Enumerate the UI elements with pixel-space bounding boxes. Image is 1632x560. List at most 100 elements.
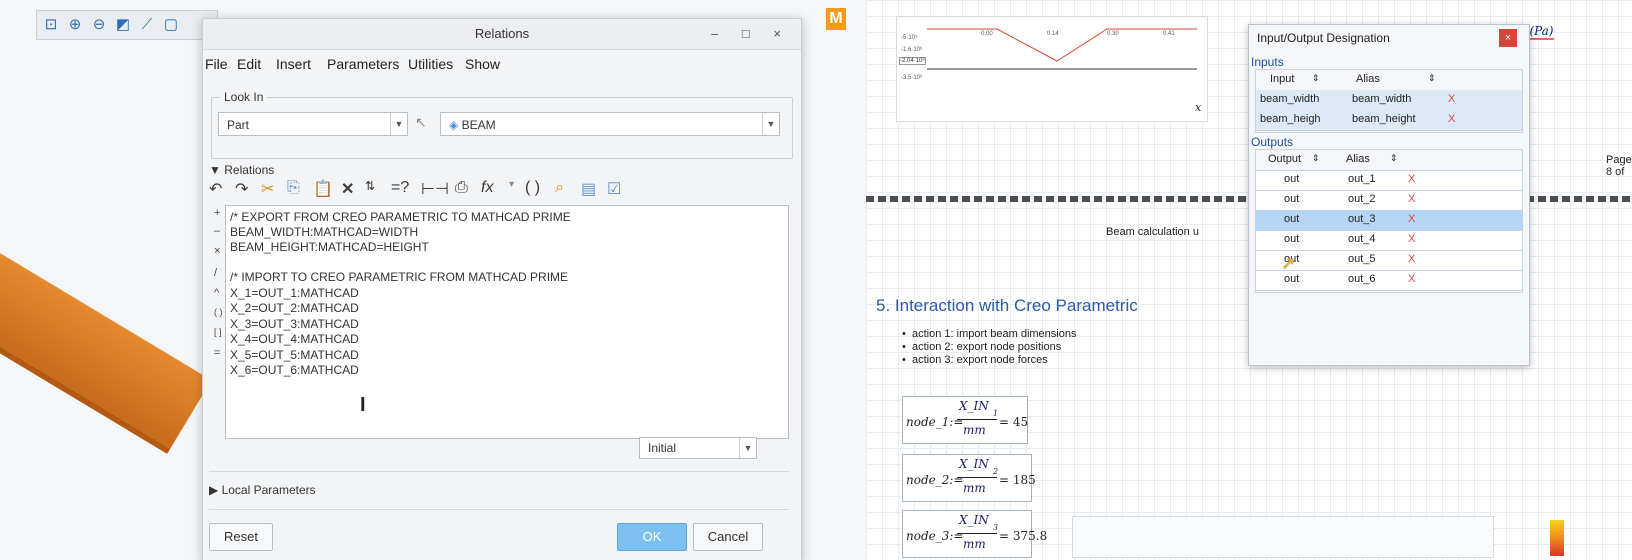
orient-icon[interactable]: ⟋ (137, 15, 157, 35)
paste-icon[interactable]: 📋 (313, 179, 333, 199)
multiply-operator[interactable]: × (214, 245, 220, 257)
input-alias[interactable]: beam_width (1352, 93, 1411, 105)
input-row[interactable]: beam_heigh beam_height X (1256, 110, 1522, 131)
cut-icon[interactable]: ✂ (261, 179, 274, 199)
remove-icon[interactable]: X (1408, 273, 1415, 285)
remove-icon[interactable]: X (1448, 113, 1455, 125)
evaluate-icon[interactable]: ⎙ (455, 179, 468, 197)
menu-show[interactable]: Show (465, 56, 500, 72)
equation-region[interactable]: node_1:= X_IN 1 mm = 45 (902, 396, 1028, 444)
chevron-down-icon[interactable]: ▾ (509, 179, 514, 190)
code-line: X_1=OUT_1:MATHCAD (230, 286, 359, 300)
menu-utilities[interactable]: Utilities (408, 56, 453, 72)
plus-operator[interactable]: + (214, 207, 220, 219)
bracket-operator[interactable]: [ ] (214, 327, 222, 337)
input-alias[interactable]: beam_height (1352, 113, 1416, 125)
equation-numerator: X_IN (959, 399, 989, 413)
output-row-selected[interactable]: out out_3 X (1256, 210, 1522, 231)
sort-icon[interactable]: ⇅ (365, 179, 375, 193)
output-row[interactable]: out out_2 X (1256, 190, 1522, 211)
divide-operator[interactable]: / (214, 267, 217, 279)
equation-result: = 375.8 (999, 529, 1048, 543)
inputs-header-row: Input ⇕ Alias ⇕ (1256, 70, 1522, 91)
menu-bar: File Edit Insert Parameters Utilities Sh… (203, 49, 801, 79)
zoom-in-icon[interactable]: ⊕ (65, 15, 85, 35)
dialog-titlebar[interactable]: Relations – □ × (203, 19, 801, 50)
look-in-type-select[interactable]: Part ▼ (218, 112, 408, 136)
outputs-label: Outputs (1251, 135, 1294, 149)
sort-icon[interactable]: ⇕ (1390, 153, 1398, 164)
column-header[interactable]: Alias (1346, 153, 1370, 165)
remove-icon[interactable]: X (1408, 193, 1415, 205)
inputs-table: Input ⇕ Alias ⇕ beam_width beam_width X … (1255, 69, 1523, 133)
results-thumbnail[interactable] (1072, 516, 1494, 558)
equation-result: = 185 (999, 473, 1036, 487)
zoom-out-icon[interactable]: ⊖ (89, 15, 109, 35)
output-alias[interactable]: out_4 (1348, 233, 1376, 245)
verify-icon[interactable]: =? (391, 179, 409, 197)
brackets-icon[interactable]: ( ) (525, 179, 540, 197)
refit-icon[interactable]: ◩ (113, 15, 133, 35)
input-row[interactable]: beam_width beam_width X (1256, 90, 1522, 111)
relations-section-toggle[interactable]: ▼ Relations (209, 163, 274, 177)
sort-icon[interactable]: ⇕ (1312, 153, 1320, 164)
relations-editor[interactable]: /* EXPORT FROM CREO PARAMETRIC TO MATHCA… (225, 205, 789, 439)
mouse-cursor-icon: ➚ (1281, 253, 1297, 273)
function-icon[interactable]: fx (481, 179, 493, 197)
equation-region[interactable]: node_2:= X_IN 2 mm = 185 (902, 454, 1036, 502)
copy-icon[interactable]: ⎘ (287, 179, 300, 197)
check-icon[interactable]: ☑ (607, 179, 621, 199)
ok-button[interactable]: OK (617, 523, 687, 551)
sort-relations-icon[interactable]: ▤ (581, 179, 596, 199)
sort-icon[interactable]: ⇕ (1312, 73, 1320, 84)
remove-icon[interactable]: X (1408, 253, 1415, 265)
minus-operator[interactable]: – (214, 225, 220, 237)
remove-icon[interactable]: X (1408, 173, 1415, 185)
window-controls[interactable]: – □ × (711, 26, 791, 41)
output-alias[interactable]: out_3 (1348, 213, 1376, 225)
remove-icon[interactable]: X (1408, 233, 1415, 245)
bullet-dot: • (902, 354, 906, 366)
menu-insert[interactable]: Insert (276, 56, 311, 72)
column-header[interactable]: Input (1270, 73, 1294, 85)
column-header[interactable]: Alias (1356, 73, 1380, 85)
undo-icon[interactable]: ↶ (209, 179, 222, 199)
bullet-dot: • (902, 328, 906, 340)
output-alias[interactable]: out_5 (1348, 253, 1376, 265)
plot-x-tick: 0.00 (981, 31, 993, 37)
io-designation-panel: Input/Output Designation × Inputs Input … (1248, 24, 1530, 366)
beam-model[interactable] (0, 205, 212, 449)
select-arrow-icon[interactable]: ↖ (415, 114, 427, 131)
power-operator[interactable]: ^ (214, 287, 219, 299)
paren-operator[interactable]: ( ) (214, 307, 223, 317)
io-panel-header[interactable]: Input/Output Designation × (1249, 25, 1529, 51)
stress-plot[interactable]: -5·10⁵ -1.6·10⁶ -2.04·10⁶ -3.5·10⁶ 0.00 … (896, 16, 1208, 122)
output-alias[interactable]: out_2 (1348, 193, 1376, 205)
menu-file[interactable]: File (205, 56, 228, 72)
cancel-button[interactable]: Cancel (693, 523, 763, 551)
remove-icon[interactable]: X (1448, 93, 1455, 105)
redo-icon[interactable]: ↷ (235, 179, 248, 199)
remove-icon[interactable]: X (1408, 213, 1415, 225)
menu-parameters[interactable]: Parameters (327, 56, 399, 72)
creo-window: ⊡ ⊕ ⊖ ◩ ⟋ ▢ Relations – □ × File Edit In… (0, 0, 866, 560)
output-row[interactable]: out out_1 X (1256, 170, 1522, 191)
output-alias[interactable]: out_1 (1348, 173, 1376, 185)
output-alias[interactable]: out_6 (1348, 273, 1376, 285)
zoom-fit-icon[interactable]: ⊡ (41, 15, 61, 35)
local-parameters-toggle[interactable]: ▶ Local Parameters (209, 483, 316, 497)
units-select[interactable]: Initial ▼ (639, 437, 757, 459)
menu-edit[interactable]: Edit (237, 56, 261, 72)
sort-icon[interactable]: ⇕ (1428, 73, 1436, 84)
equals-operator[interactable]: = (214, 347, 220, 359)
close-icon[interactable]: × (1499, 29, 1517, 47)
reset-button[interactable]: Reset (209, 523, 273, 551)
output-row[interactable]: out out_4 X (1256, 230, 1522, 251)
equation-region[interactable]: node_3:= X_IN 3 mm = 375.8 (902, 510, 1047, 558)
view-manager-icon[interactable]: ▢ (161, 15, 181, 35)
dimension-icon[interactable]: ⊢⊣ (421, 179, 449, 199)
column-header[interactable]: Output (1268, 153, 1301, 165)
look-in-model-select[interactable]: ◈ BEAM ▼ (440, 112, 780, 136)
search-icon[interactable]: ⌕ (555, 179, 564, 197)
delete-icon[interactable]: ✕ (341, 179, 354, 199)
